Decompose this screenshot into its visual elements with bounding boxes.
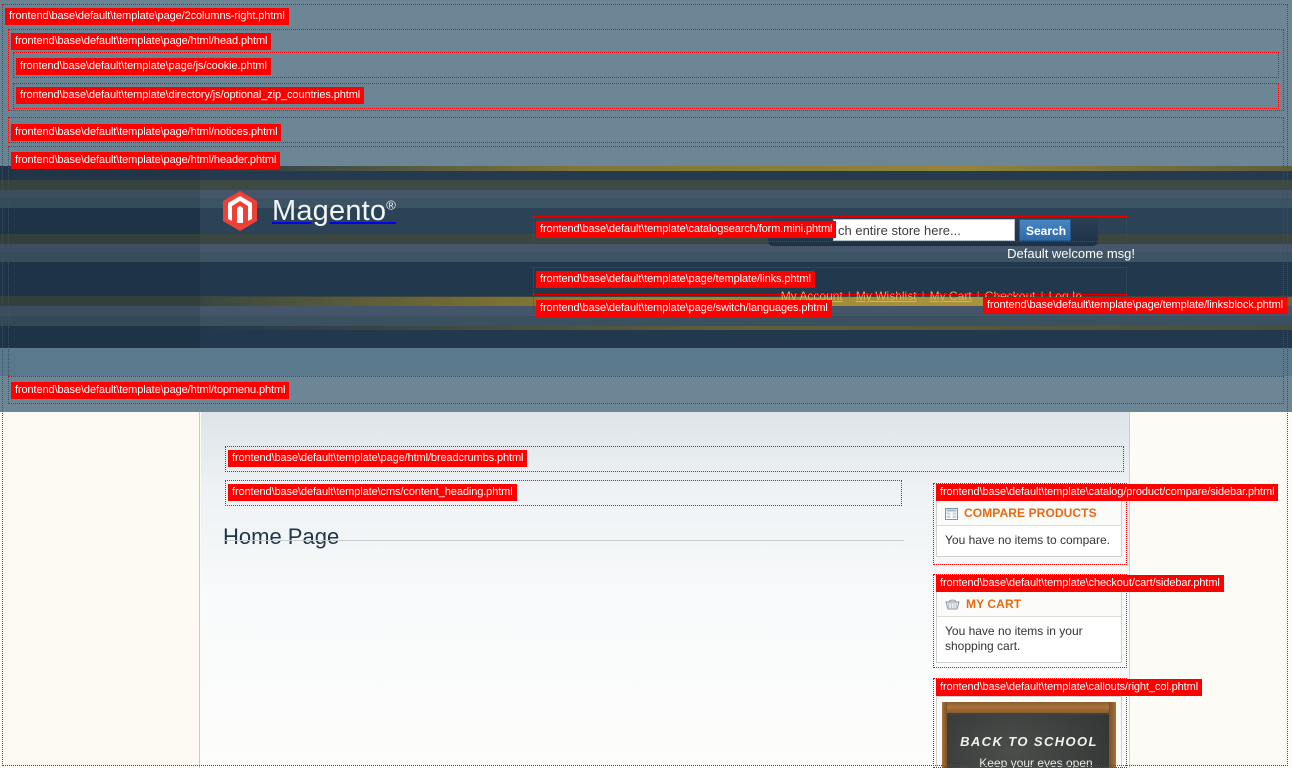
registered-mark: ® [386,196,397,212]
hint-links: frontend\base\default\template\page/temp… [536,271,815,288]
link-separator-2: | [921,289,925,303]
hint-cookie: frontend\base\default\template\page/js/c… [16,58,271,75]
page-title-divider [224,540,904,541]
callout-headline: BACK TO SCHOOL [960,734,1098,749]
compare-grid-icon [945,507,958,520]
search-input[interactable] [833,219,1015,241]
link-separator-1: | [847,289,851,303]
site-logo[interactable]: Magento® [221,190,396,232]
my-cart-empty-text: You have no items in your shopping cart. [945,624,1083,653]
hint-topmenu: frontend\base\default\template\page/html… [11,382,290,399]
my-cart-link[interactable]: My Cart [930,289,972,303]
hint-head: frontend\base\default\template\page/html… [11,33,272,50]
hint-compare-sidebar: frontend\base\default\template\catalog/p… [936,484,1279,501]
my-cart-block: MY CART You have no items in your shoppi… [936,591,1122,663]
callout-subline: Keep your eyes open [979,756,1093,768]
right-column-callout[interactable]: BACK TO SCHOOL Keep your eyes open [936,696,1122,768]
screenshot-root: frontend\base\default\template\page/2col… [0,0,1292,768]
hint-languages: frontend\base\default\template\page/swit… [536,300,832,317]
compare-products-block: COMPARE PRODUCTS You have no items to co… [936,500,1122,557]
header-gold-stripe-top [200,166,1292,171]
header-left-shade [0,166,200,348]
link-separator-3: | [976,289,980,303]
header-gold-stripe-lower [200,326,1292,330]
shopping-cart-icon [945,598,960,610]
my-wishlist-link[interactable]: My Wishlist [856,289,917,303]
hint-root-template: frontend\base\default\template\page/2col… [5,8,289,25]
hint-callout-right-col: frontend\base\default\template\callouts/… [936,679,1203,696]
search-button[interactable]: Search [1019,219,1071,241]
page-title: Home Page [223,523,340,549]
hint-content-heading: frontend\base\default\template\cms/conte… [228,484,517,501]
hint-cart-sidebar: frontend\base\default\template\checkout/… [936,575,1224,592]
my-cart-title: MY CART [966,597,1022,611]
compare-products-empty-text: You have no items to compare. [945,533,1110,547]
hint-breadcrumbs: frontend\base\default\template\page/html… [228,450,528,467]
compare-products-title: COMPARE PRODUCTS [964,506,1097,520]
compare-products-header: COMPARE PRODUCTS [937,501,1121,526]
hint-form-mini: frontend\base\default\template\catalogse… [536,221,837,238]
body-left-column [0,412,200,768]
back-to-school-chalkboard-image: BACK TO SCHOOL Keep your eyes open [942,702,1116,768]
magento-hexagon-icon [221,190,259,232]
logo-text: Magento® [272,194,397,227]
hint-linksblock: frontend\base\default\template\page/temp… [983,297,1287,314]
hint-header: frontend\base\default\template\page/html… [11,152,281,169]
hint-notices: frontend\base\default\template\page/html… [11,124,282,141]
my-cart-header: MY CART [937,592,1121,617]
hint-optional-zip-countries: frontend\base\default\template\directory… [16,87,365,104]
welcome-message: Default welcome msg! [1007,246,1135,261]
